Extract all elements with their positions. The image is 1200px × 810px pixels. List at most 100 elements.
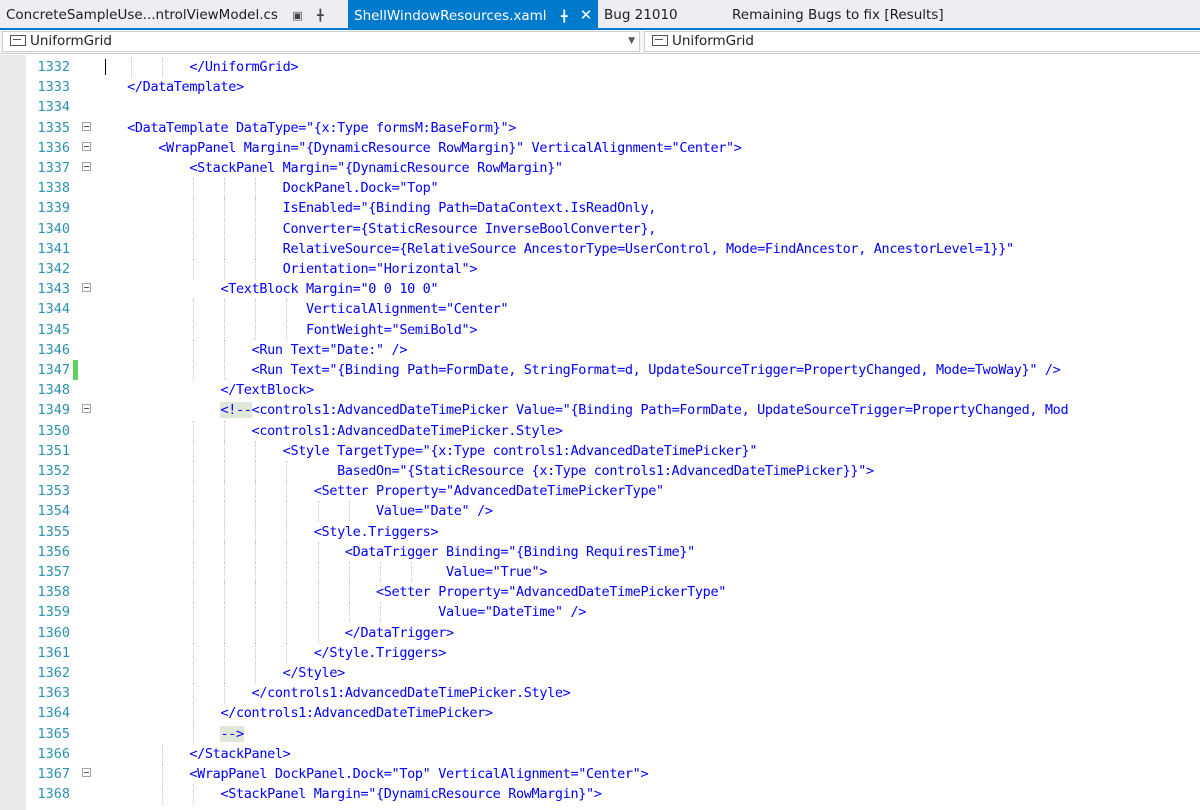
code-line[interactable]: 1349 <!--<controls1:AdvancedDateTimePick…	[0, 400, 1200, 420]
tab-remaining-bugs[interactable]: Remaining Bugs to fix [Results]	[726, 0, 986, 30]
code-line[interactable]: 1339 IsEnabled="{Binding Path=DataContex…	[0, 198, 1200, 219]
navigation-bar: UniformGrid ▼ UniformGrid	[0, 30, 1200, 54]
collapse-icon[interactable]	[82, 404, 91, 414]
tab-bug-21010[interactable]: Bug 21010	[598, 0, 718, 30]
code-text[interactable]: <Run Text="{Binding Path=FormDate, Strin…	[96, 360, 1061, 380]
code-line[interactable]: 1367 <WrapPanel DockPanel.Dock="Top" Ver…	[0, 764, 1200, 784]
code-line[interactable]: 1341 RelativeSource={RelativeSource Ance…	[0, 238, 1200, 259]
code-line[interactable]: 1332 </UniformGrid>	[0, 57, 1200, 77]
code-line[interactable]: 1348 </TextBlock>	[0, 380, 1200, 400]
code-text[interactable]: VerticalAlignment="Center"	[96, 299, 509, 319]
code-line[interactable]: 1344 VerticalAlignment="Center"	[0, 299, 1200, 320]
code-text[interactable]: <Setter Property="AdvancedDateTimePicker…	[96, 582, 726, 602]
code-line[interactable]: 1336 <WrapPanel Margin="{DynamicResource…	[0, 138, 1200, 158]
code-line[interactable]: 1362 </Style>	[0, 663, 1200, 683]
code-text[interactable]: <DataTrigger Binding="{Binding RequiresT…	[96, 542, 695, 562]
code-text[interactable]: <StackPanel Margin="{DynamicResource Row…	[96, 158, 563, 178]
code-line[interactable]: 1356 <DataTrigger Binding="{Binding Requ…	[0, 541, 1200, 562]
code-text[interactable]: </DataTrigger>	[96, 623, 454, 643]
code-text[interactable]: </controls1:AdvancedDateTimePicker.Style…	[96, 683, 571, 703]
code-line[interactable]: 1363 </controls1:AdvancedDateTimePicker.…	[0, 683, 1200, 704]
code-text[interactable]: </TextBlock>	[96, 380, 314, 400]
tab-shell-window-resources[interactable]: ShellWindowResources.xaml ╋ ✕	[348, 0, 598, 30]
code-line[interactable]: 1338 DockPanel.Dock="Top"	[0, 178, 1200, 199]
code-text[interactable]: </StackPanel>	[96, 744, 290, 764]
code-line[interactable]: 1346 <Run Text="Date:" />	[0, 339, 1200, 360]
collapse-icon[interactable]	[82, 283, 91, 293]
code-line[interactable]: 1365 -->	[0, 723, 1200, 744]
line-number: 1356	[37, 543, 70, 560]
code-line[interactable]: 1351 <Style TargetType="{x:Type controls…	[0, 440, 1200, 461]
code-text[interactable]: RelativeSource={RelativeSource AncestorT…	[96, 239, 1014, 259]
code-line[interactable]: 1350 <controls1:AdvancedDateTimePicker.S…	[0, 420, 1200, 441]
code-text[interactable]: <WrapPanel Margin="{DynamicResource RowM…	[96, 138, 742, 158]
code-line[interactable]: 1347 <Run Text="{Binding Path=FormDate, …	[0, 360, 1200, 380]
code-text[interactable]: Converter={StaticResource InverseBoolCon…	[96, 219, 657, 239]
line-number: 1368	[37, 786, 70, 803]
collapse-icon[interactable]	[82, 162, 91, 171]
code-text[interactable]: </controls1:AdvancedDateTimePicker>	[96, 703, 493, 723]
code-text[interactable]: <WrapPanel DockPanel.Dock="Top" Vertical…	[96, 764, 648, 784]
code-text[interactable]: Value="Date" />	[96, 501, 493, 521]
collapse-icon[interactable]	[82, 141, 91, 151]
code-line[interactable]: 1353 <Setter Property="AdvancedDateTimeP…	[0, 481, 1200, 502]
code-text[interactable]: Orientation="Horizontal">	[96, 259, 478, 279]
code-text[interactable]: </DataTemplate>	[96, 77, 244, 97]
code-text[interactable]: <Setter Property="AdvancedDateTimePicker…	[96, 481, 664, 501]
code-text[interactable]: FontWeight="SemiBold">	[96, 320, 477, 340]
code-line[interactable]: 1355 <Style.Triggers>	[0, 521, 1200, 542]
code-text[interactable]: Value="True">	[96, 562, 547, 582]
code-line[interactable]: 1366 </StackPanel>	[0, 743, 1200, 764]
code-text[interactable]: <TextBlock Margin="0 0 10 0"	[96, 279, 438, 299]
tab-concrete-sample-viewmodel[interactable]: ConcreteSampleUse...ntrolViewModel.cs ▣ …	[0, 0, 345, 30]
code-line[interactable]: 1368 <StackPanel Margin="{DynamicResourc…	[0, 784, 1200, 805]
code-text[interactable]: <DataTemplate DataType="{x:Type formsM:B…	[96, 118, 516, 138]
code-text[interactable]: IsEnabled="{Binding Path=DataContext.IsR…	[96, 198, 657, 218]
code-line[interactable]: 1337 <StackPanel Margin="{DynamicResourc…	[0, 158, 1200, 178]
code-line[interactable]: 1333 </DataTemplate>	[0, 77, 1200, 97]
pin-icon[interactable]: ╋	[317, 9, 324, 22]
code-line[interactable]: 1340 Converter={StaticResource InverseBo…	[0, 218, 1200, 239]
code-line[interactable]: 1357 Value="True">	[0, 562, 1200, 582]
code-line[interactable]: 1360 </DataTrigger>	[0, 622, 1200, 643]
code-line[interactable]: 1334	[0, 97, 1200, 117]
close-icon[interactable]: ✕	[580, 6, 593, 24]
code-text[interactable]: <Style.Triggers>	[96, 522, 439, 542]
code-line[interactable]: 1342 Orientation="Horizontal">	[0, 259, 1200, 279]
code-line[interactable]: 1354 Value="Date" />	[0, 501, 1200, 522]
line-number: 1355	[37, 523, 70, 540]
code-text[interactable]: DockPanel.Dock="Top"	[96, 178, 439, 198]
code-line[interactable]: 1358 <Setter Property="AdvancedDateTimeP…	[0, 582, 1200, 603]
line-number: 1348	[37, 382, 70, 399]
code-line[interactable]: 1361 </Style.Triggers>	[0, 642, 1200, 663]
code-line[interactable]: 1364 </controls1:AdvancedDateTimePicker>	[0, 703, 1200, 724]
code-line[interactable]: 1345 FontWeight="SemiBold">	[0, 319, 1200, 340]
code-text[interactable]: </Style>	[96, 663, 346, 683]
lock-icon[interactable]: ▣	[292, 9, 302, 22]
code-line[interactable]: 1359 Value="DateTime" />	[0, 602, 1200, 623]
line-number: 1345	[37, 321, 70, 338]
line-number: 1364	[37, 705, 70, 722]
member-dropdown[interactable]: UniformGrid	[644, 31, 1200, 52]
code-editor[interactable]: 1332 </UniformGrid> 1333 </DataTemplate> 1…	[0, 55, 1200, 810]
code-line[interactable]: 1352 BasedOn="{StaticResource {x:Type co…	[0, 461, 1200, 481]
code-line[interactable]: 1335 <DataTemplate DataType="{x:Type for…	[0, 118, 1200, 138]
code-text[interactable]: </Style.Triggers>	[96, 643, 447, 663]
code-text[interactable]: <StackPanel Margin="{DynamicResource Row…	[96, 784, 601, 804]
pin-icon[interactable]: ╋	[561, 10, 568, 23]
code-line[interactable]: 1343 <TextBlock Margin="0 0 10 0"	[0, 279, 1200, 299]
code-text[interactable]: </UniformGrid>	[96, 57, 298, 77]
code-text[interactable]: <controls1:AdvancedDateTimePicker.Style>	[96, 421, 563, 441]
collapse-icon[interactable]	[82, 121, 91, 131]
code-text[interactable]: <Run Text="Date:" />	[96, 340, 408, 360]
code-text[interactable]: <!--<controls1:AdvancedDateTimePicker Va…	[96, 400, 1069, 420]
line-number: 1334	[37, 99, 70, 116]
code-text[interactable]: Value="DateTime" />	[96, 602, 586, 622]
type-dropdown[interactable]: UniformGrid ▼	[2, 31, 640, 52]
change-marker	[73, 360, 78, 380]
collapse-icon[interactable]	[82, 768, 91, 777]
code-text[interactable]: -->	[96, 724, 244, 744]
code-text[interactable]: <Style TargetType="{x:Type controls1:Adv…	[96, 441, 758, 461]
chevron-down-icon[interactable]: ▼	[628, 32, 635, 51]
code-text[interactable]: BasedOn="{StaticResource {x:Type control…	[96, 461, 874, 481]
